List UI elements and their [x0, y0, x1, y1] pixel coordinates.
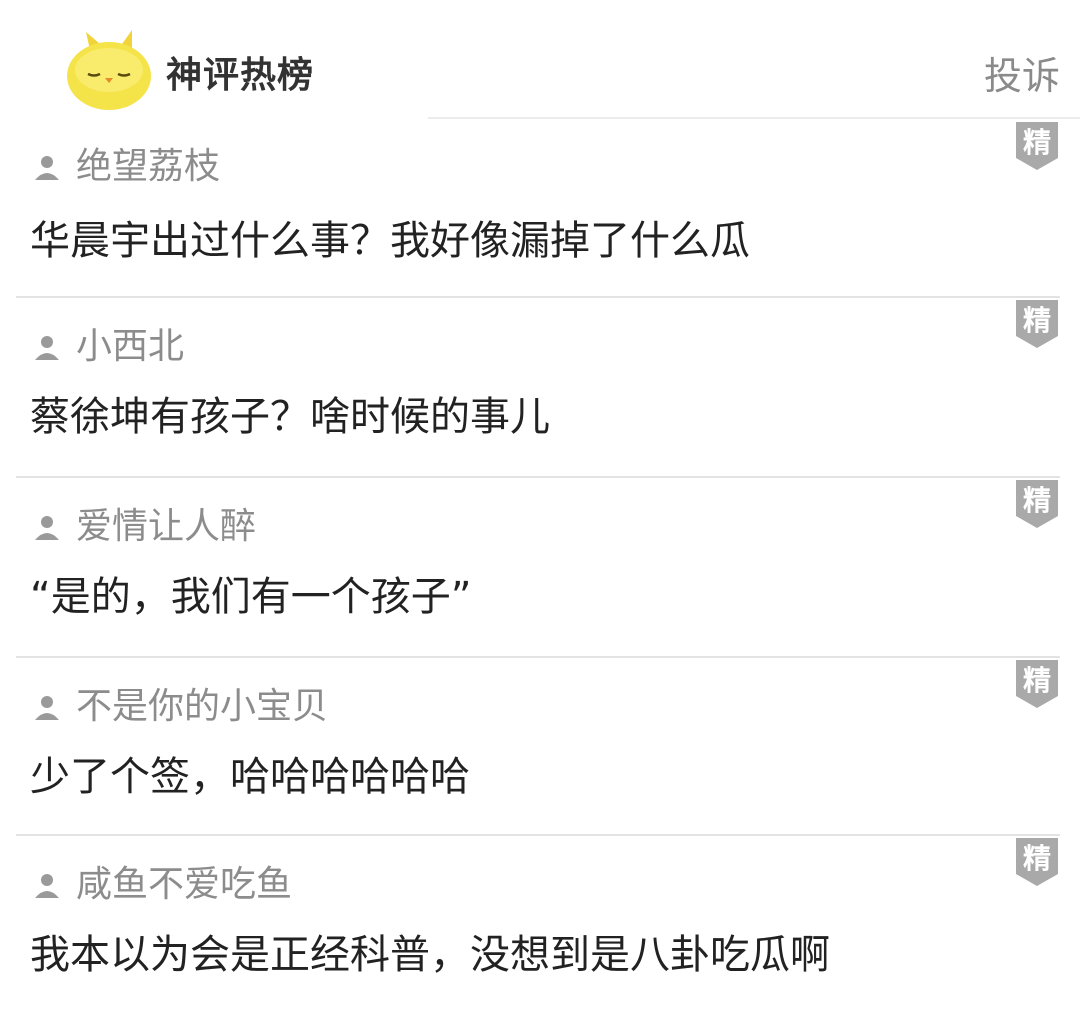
- comment-item: 精 爱情让人醉 “是的，我们有一个孩子”: [0, 478, 1080, 656]
- comment-item: 精 不是你的小宝贝 少了个签，哈哈哈哈哈哈: [0, 658, 1080, 836]
- page-title: 神评热榜: [166, 55, 315, 96]
- comment-item: 精 咸鱼不爱吃鱼 我本以为会是正经科普，没想到是八卦吃瓜啊: [0, 836, 1080, 1014]
- comment-username[interactable]: 不是你的小宝贝: [76, 684, 328, 730]
- comment-username[interactable]: 咸鱼不爱吃鱼: [76, 862, 292, 908]
- comment-text: 蔡徐坤有孩子？啥时候的事儿: [30, 394, 550, 440]
- report-button[interactable]: 投诉: [984, 50, 1060, 102]
- comment-text: 我本以为会是正经科普，没想到是八卦吃瓜啊: [30, 932, 830, 978]
- user-icon: [35, 696, 59, 720]
- featured-badge[interactable]: 精: [1016, 480, 1058, 530]
- comment-username[interactable]: 爱情让人醉: [76, 504, 256, 550]
- user-icon: [35, 156, 59, 180]
- comment-item: 精 小西北 蔡徐坤有孩子？啥时候的事儿: [0, 298, 1080, 476]
- comment-text: 华晨宇出过什么事？我好像漏掉了什么瓜: [30, 218, 750, 264]
- comment-text: 少了个签，哈哈哈哈哈哈: [30, 754, 470, 800]
- featured-badge[interactable]: 精: [1016, 122, 1058, 172]
- comment-username[interactable]: 绝望荔枝: [76, 144, 220, 190]
- comment-text: “是的，我们有一个孩子”: [30, 574, 472, 620]
- comment-item: 精 绝望荔枝 华晨宇出过什么事？我好像漏掉了什么瓜: [0, 118, 1080, 296]
- user-icon: [35, 516, 59, 540]
- user-icon: [35, 336, 59, 360]
- featured-badge[interactable]: 精: [1016, 660, 1058, 710]
- featured-badge[interactable]: 精: [1016, 300, 1058, 350]
- user-icon: [35, 874, 59, 898]
- comment-username[interactable]: 小西北: [76, 324, 184, 370]
- featured-badge[interactable]: 精: [1016, 838, 1058, 888]
- chick-mascot-icon: [67, 30, 151, 110]
- header: 神评热榜 投诉: [0, 0, 1080, 119]
